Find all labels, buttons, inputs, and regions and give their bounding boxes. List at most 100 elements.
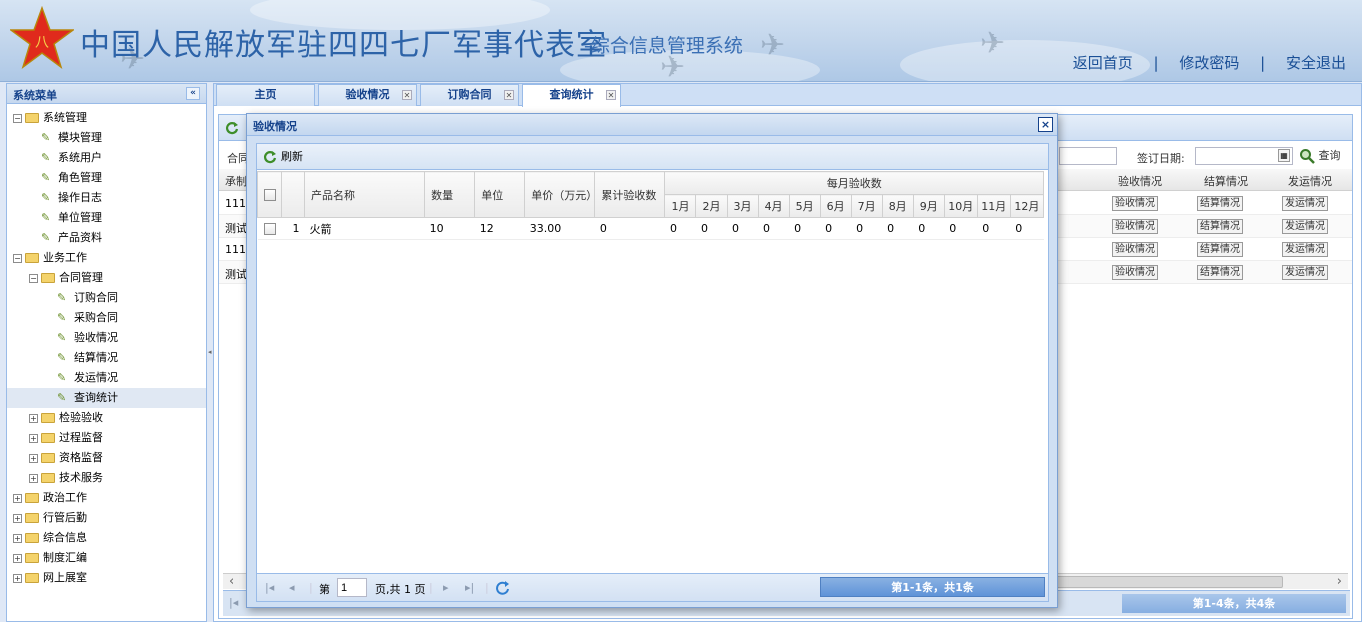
sidebar-item[interactable]: ✎ 模块管理	[7, 128, 206, 148]
expand-node-icon[interactable]: +	[29, 453, 38, 463]
table-row[interactable]: 1 火箭 10 12 33.00 0 0 0 0 0 0 0 0 0 0 0 0 0	[257, 217, 1044, 240]
sidebar-item[interactable]: + 综合信息	[7, 528, 206, 548]
column-header[interactable]: 单价（万元）	[524, 171, 597, 218]
collapse-node-icon[interactable]: −	[13, 113, 22, 123]
page-number-input[interactable]	[337, 578, 367, 597]
month-column-header[interactable]: 10月	[943, 194, 978, 218]
refresh-button[interactable]: 刷新	[263, 150, 303, 164]
logout-link[interactable]: 安全退出	[1286, 54, 1346, 72]
first-page-icon[interactable]: |◂	[265, 581, 274, 594]
expand-node-icon[interactable]: +	[13, 513, 22, 523]
expand-node-icon[interactable]: +	[29, 473, 38, 483]
acceptance-button[interactable]: 验收情况	[1112, 196, 1158, 211]
scroll-right-icon[interactable]: ›	[1337, 574, 1342, 589]
close-tab-icon[interactable]: ✕	[606, 90, 616, 100]
first-page-icon[interactable]: |◂	[229, 596, 238, 609]
expand-node-icon[interactable]: +	[13, 493, 22, 503]
reload-icon[interactable]	[495, 580, 510, 595]
sidebar-item[interactable]: ✎ 角色管理	[7, 168, 206, 188]
pencil-icon: ✎	[41, 171, 51, 184]
acceptance-button[interactable]: 验收情况	[1112, 242, 1158, 257]
sidebar-item[interactable]: ✎ 查询统计	[7, 388, 206, 408]
sidebar-item[interactable]: + 过程监督	[7, 428, 206, 448]
close-tab-icon[interactable]: ✕	[504, 90, 514, 100]
change-password-link[interactable]: 修改密码	[1179, 54, 1239, 72]
shipping-button[interactable]: 发运情况	[1282, 242, 1328, 257]
sidebar-item[interactable]: ✎ 操作日志	[7, 188, 206, 208]
scroll-left-icon[interactable]: ‹	[229, 574, 234, 589]
sidebar-item[interactable]: ✎ 订购合同	[7, 288, 206, 308]
tab-acceptance[interactable]: 验收情况 ✕	[318, 84, 417, 106]
month-column-header[interactable]: 6月	[819, 194, 852, 218]
acceptance-button[interactable]: 验收情况	[1112, 265, 1158, 280]
sign-date-input[interactable]: ▦	[1195, 147, 1293, 165]
shipping-button[interactable]: 发运情况	[1282, 196, 1328, 211]
sidebar-item[interactable]: ✎ 验收情况	[7, 328, 206, 348]
prev-page-icon[interactable]: ◂	[289, 581, 295, 594]
search-button[interactable]: 查询	[1299, 147, 1341, 164]
month-column-header[interactable]: 11月	[976, 194, 1011, 218]
sidebar-item[interactable]: ✎ 单位管理	[7, 208, 206, 228]
sidebar-item[interactable]: + 资格监督	[7, 448, 206, 468]
month-column-header[interactable]: 1月	[664, 194, 697, 218]
column-header[interactable]: 累计验收数	[594, 171, 666, 218]
collapse-node-icon[interactable]: −	[29, 273, 38, 283]
month-column-header[interactable]: 3月	[726, 194, 759, 218]
sidebar-item[interactable]: + 技术服务	[7, 468, 206, 488]
calendar-icon[interactable]: ▦	[1278, 149, 1290, 162]
tab-home[interactable]: 主页	[216, 84, 315, 106]
shipping-button[interactable]: 发运情况	[1282, 265, 1328, 280]
sidebar-item[interactable]: ✎ 结算情况	[7, 348, 206, 368]
sidebar-item[interactable]: ✎ 采购合同	[7, 308, 206, 328]
month-column-header[interactable]: 8月	[881, 194, 914, 218]
month-column-header[interactable]: 7月	[850, 194, 883, 218]
settlement-button[interactable]: 结算情况	[1197, 242, 1243, 257]
contract-filter-input[interactable]	[1059, 147, 1117, 165]
sidebar-item[interactable]: − 合同管理	[7, 268, 206, 288]
collapse-sidebar-icon[interactable]: «	[186, 87, 200, 100]
sidebar-item[interactable]: + 检验验收	[7, 408, 206, 428]
month-column-header[interactable]: 2月	[695, 194, 728, 218]
sidebar-item[interactable]: + 制度汇编	[7, 548, 206, 568]
expand-node-icon[interactable]: +	[13, 553, 22, 563]
sidebar-item[interactable]: − 业务工作	[7, 248, 206, 268]
tab-purchase-contract[interactable]: 订购合同 ✕	[420, 84, 519, 106]
row-checkbox[interactable]	[263, 223, 276, 235]
sidebar-item-label: 业务工作	[43, 251, 87, 264]
next-page-icon[interactable]: ▸	[443, 581, 449, 594]
settlement-button[interactable]: 结算情况	[1197, 196, 1243, 211]
close-window-icon[interactable]: ×	[1038, 117, 1053, 132]
settlement-button[interactable]: 结算情况	[1197, 265, 1243, 280]
expand-node-icon[interactable]: +	[29, 413, 38, 423]
tab-query-statistics[interactable]: 查询统计 ✕	[522, 84, 621, 107]
refresh-icon[interactable]	[225, 121, 239, 135]
select-all-checkbox[interactable]	[263, 189, 276, 201]
sidebar-item-label: 行管后勤	[43, 511, 87, 524]
sidebar-item[interactable]: ✎ 系统用户	[7, 148, 206, 168]
sidebar-item[interactable]: ✎ 发运情况	[7, 368, 206, 388]
column-header[interactable]: 数量	[424, 171, 476, 218]
expand-node-icon[interactable]: +	[13, 533, 22, 543]
month-column-header[interactable]: 9月	[912, 194, 945, 218]
month-column-header[interactable]: 12月	[1009, 194, 1045, 218]
last-page-icon[interactable]: ▸|	[465, 581, 474, 594]
tab-label: 验收情况	[345, 88, 390, 101]
month-column-header[interactable]: 5月	[788, 194, 821, 218]
expand-node-icon[interactable]: +	[29, 433, 38, 443]
shipping-button[interactable]: 发运情况	[1282, 219, 1328, 234]
close-tab-icon[interactable]: ✕	[402, 90, 412, 100]
expand-node-icon[interactable]: +	[13, 573, 22, 583]
home-link[interactable]: 返回首页	[1073, 54, 1133, 72]
sidebar-item[interactable]: ✎ 产品资料	[7, 228, 206, 248]
settlement-button[interactable]: 结算情况	[1197, 219, 1243, 234]
month-column-header[interactable]: 4月	[757, 194, 790, 218]
column-header[interactable]: 单位	[474, 171, 526, 218]
column-header[interactable]: 产品名称	[304, 171, 426, 218]
sidebar-item-label: 角色管理	[58, 171, 102, 184]
acceptance-button[interactable]: 验收情况	[1112, 219, 1158, 234]
sidebar-item[interactable]: + 行管后勤	[7, 508, 206, 528]
collapse-node-icon[interactable]: −	[13, 253, 22, 263]
sidebar-item[interactable]: + 网上展室	[7, 568, 206, 588]
sidebar-item[interactable]: + 政治工作	[7, 488, 206, 508]
sidebar-item[interactable]: − 系统管理	[7, 108, 206, 128]
